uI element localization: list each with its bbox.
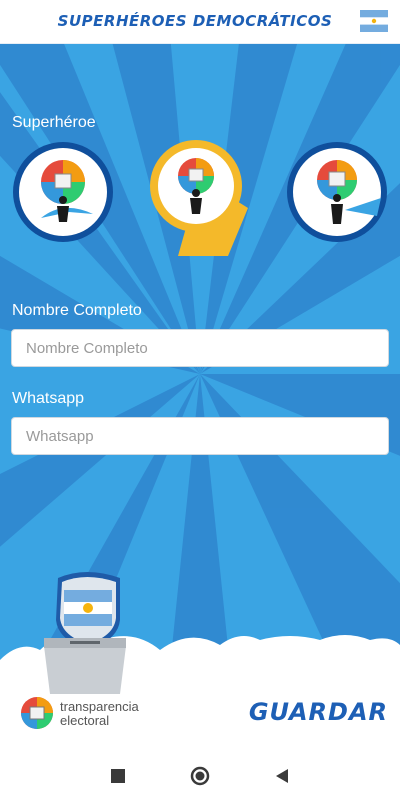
transparencia-logo-icon — [21, 697, 53, 729]
system-nav-bar — [0, 750, 400, 800]
transparencia-electoral-logo: transparencia electoral — [20, 694, 160, 734]
stop-icon[interactable] — [106, 764, 130, 788]
logo-line-1: transparencia — [60, 699, 139, 714]
back-icon[interactable] — [270, 764, 294, 788]
home-icon[interactable] — [188, 764, 212, 788]
clouds-ballot-box-illustration — [0, 572, 400, 750]
logo-line-2: electoral — [60, 713, 110, 728]
save-button[interactable]: GUARDAR — [249, 698, 388, 726]
